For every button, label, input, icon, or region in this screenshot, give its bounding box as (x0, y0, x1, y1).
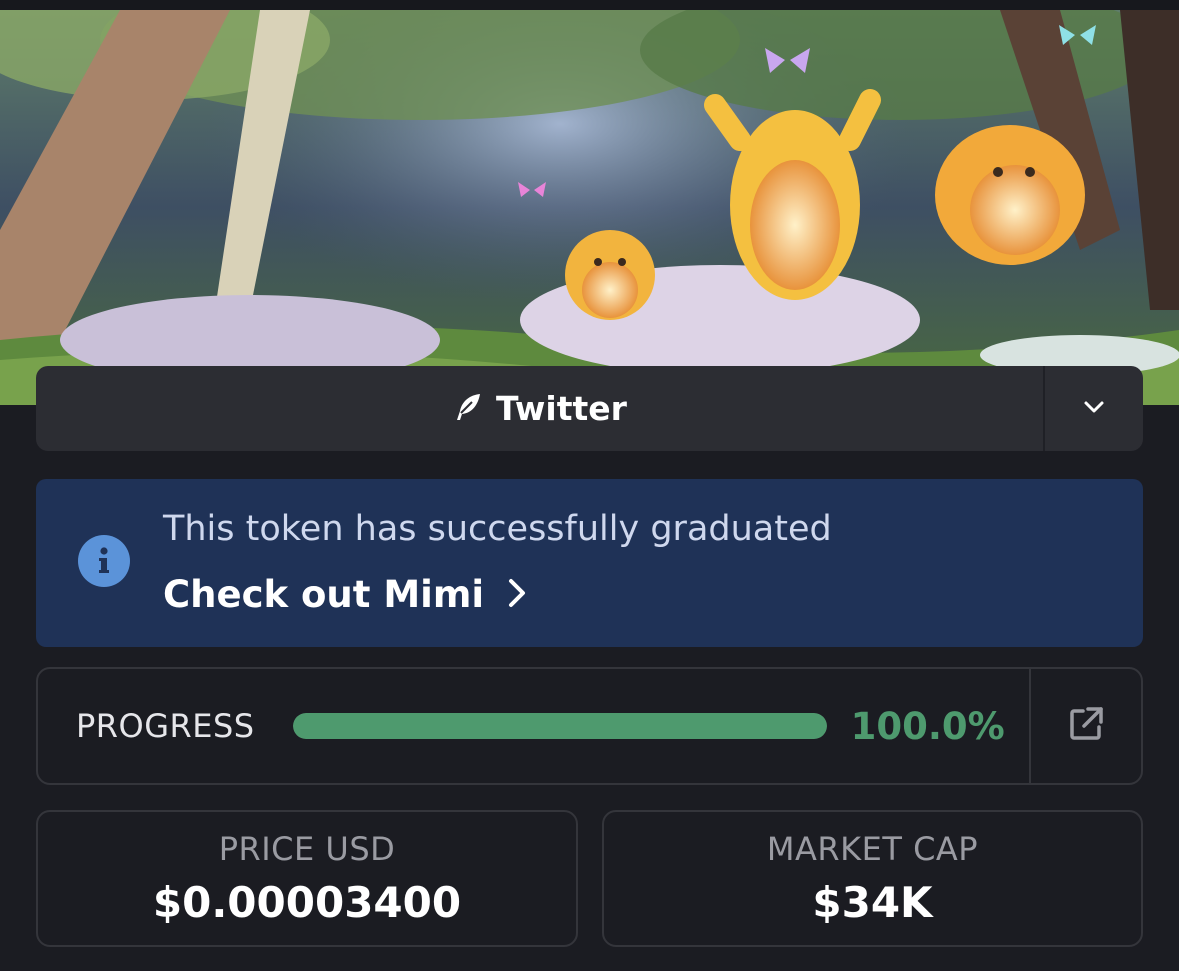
notice-message: This token has successfully graduated (163, 509, 832, 549)
progress-section: PROGRESS 100.0% (38, 669, 1029, 783)
chevron-down-icon (1081, 394, 1107, 424)
external-link-icon (1066, 704, 1106, 748)
twitter-button[interactable]: Twitter (36, 366, 1043, 451)
progress-bar-fill (292, 713, 827, 739)
social-link-bar: Twitter (36, 366, 1143, 451)
market-cap-label: MARKET CAP (766, 830, 979, 868)
info-icon (78, 535, 130, 587)
price-usd-label: PRICE USD (218, 830, 396, 868)
check-out-link[interactable]: Check out Mimi (163, 573, 528, 616)
social-dropdown-toggle[interactable] (1043, 366, 1143, 451)
progress-bar (292, 713, 827, 739)
progress-value: 100.0% (850, 704, 1005, 748)
price-usd-value: $0.00003400 (152, 878, 462, 927)
top-bar (0, 0, 1179, 10)
open-external-button[interactable] (1029, 669, 1141, 783)
chevron-right-icon (506, 577, 528, 613)
graduated-notice: This token has successfully graduated Ch… (36, 479, 1143, 647)
feather-icon (452, 391, 484, 427)
market-cap-value: $34K (812, 878, 933, 927)
twitter-label: Twitter (496, 389, 627, 428)
token-banner-image (0, 10, 1179, 405)
progress-card: PROGRESS 100.0% (36, 667, 1143, 785)
check-out-label: Check out Mimi (163, 573, 485, 616)
progress-label: PROGRESS (76, 707, 255, 745)
price-usd-card: PRICE USD $0.00003400 (36, 810, 578, 947)
market-cap-card: MARKET CAP $34K (602, 810, 1143, 947)
